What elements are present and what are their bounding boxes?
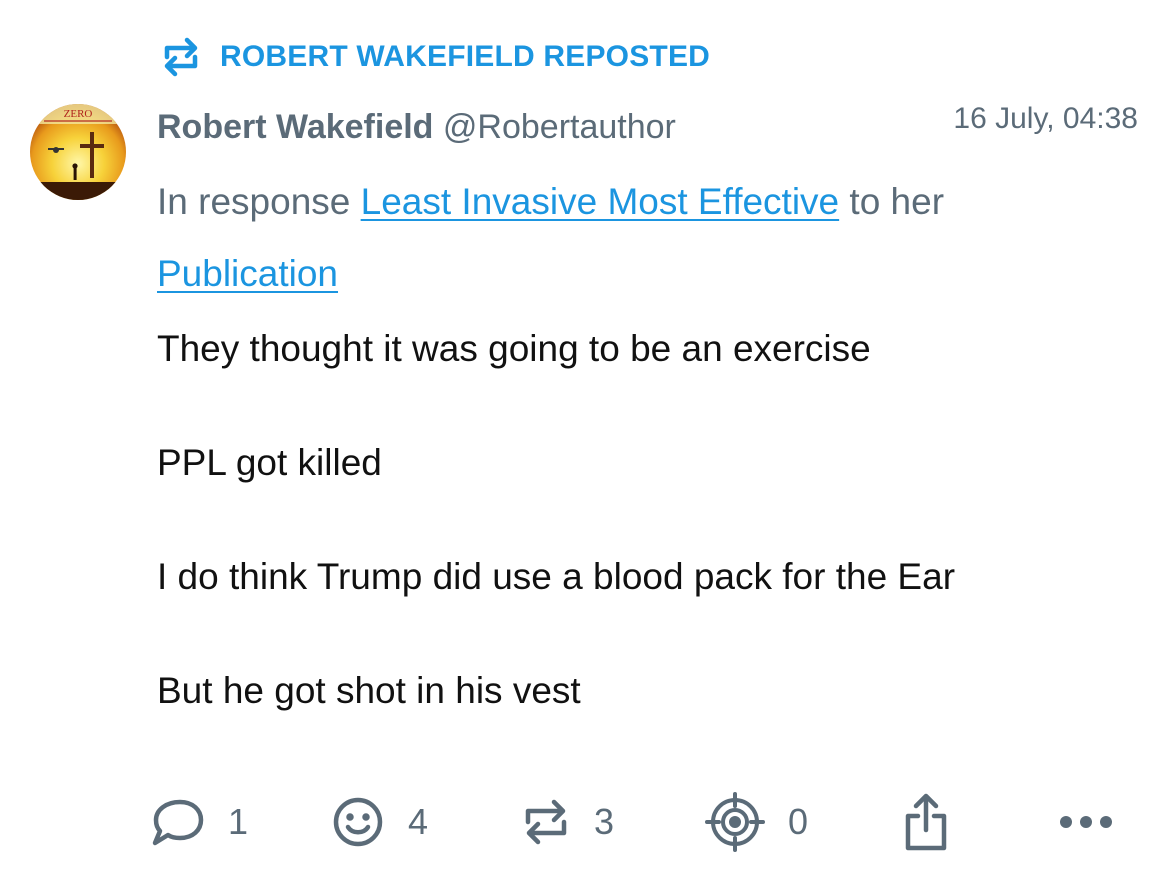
- quote-count: 0: [788, 801, 809, 842]
- more-icon: [1058, 812, 1114, 832]
- post-line: PPL got killed: [157, 442, 382, 483]
- response-line: In response Least Invasive Most Effectiv…: [157, 166, 1117, 310]
- author-name[interactable]: Robert Wakefield: [157, 108, 433, 146]
- repost-label: ROBERT WAKEFIELD REPOSTED: [220, 40, 711, 73]
- publication-link[interactable]: Publication: [157, 253, 338, 294]
- share-button[interactable]: [900, 790, 952, 854]
- comment-icon: [150, 794, 206, 850]
- response-middle: to her: [839, 181, 945, 222]
- quote-button[interactable]: 0: [704, 790, 808, 854]
- post-line: I do think Trump did use a blood pack fo…: [157, 556, 956, 597]
- share-icon: [900, 792, 952, 852]
- repost-banner[interactable]: ROBERT WAKEFIELD REPOSTED: [160, 34, 710, 80]
- post-line: But he got shot in his vest: [157, 670, 581, 711]
- reaction-count: 4: [408, 801, 429, 842]
- target-icon: [704, 791, 766, 853]
- repost-button[interactable]: 3: [520, 790, 614, 854]
- post-card: ROBERT WAKEFIELD REPOSTED ZERO Robert Wa…: [0, 0, 1170, 896]
- reaction-button[interactable]: 4: [330, 790, 428, 854]
- author-handle[interactable]: @Robertauthor: [443, 108, 676, 146]
- avatar[interactable]: ZERO: [30, 104, 126, 200]
- repost-icon: [160, 35, 202, 79]
- post-header: Robert Wakefield @Robertauthor: [157, 108, 676, 147]
- reply-button[interactable]: 1: [150, 790, 248, 854]
- smiley-icon: [330, 794, 386, 850]
- repost-icon: [520, 794, 572, 850]
- repost-count: 3: [594, 801, 615, 842]
- response-link[interactable]: Least Invasive Most Effective: [361, 181, 840, 222]
- reply-count: 1: [228, 801, 249, 842]
- post-line: They thought it was going to be an exerc…: [157, 328, 871, 369]
- response-prefix: In response: [157, 181, 361, 222]
- action-bar: 1 4 3 0: [0, 790, 1170, 854]
- more-button[interactable]: [1058, 790, 1114, 854]
- avatar-title: ZERO: [64, 108, 93, 120]
- timestamp[interactable]: 16 July, 04:38: [953, 102, 1138, 136]
